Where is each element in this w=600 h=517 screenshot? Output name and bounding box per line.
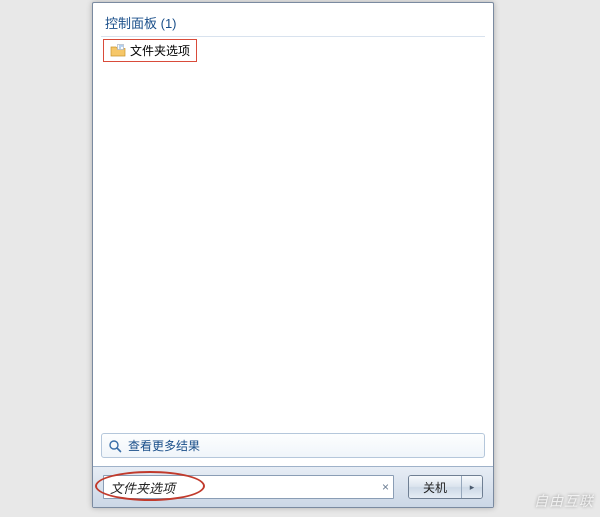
result-item-folder-options[interactable]: 文件夹选项 [103,39,197,62]
shutdown-label: 关机 [409,476,462,498]
watermark: 自由互联 [534,491,594,511]
start-menu-search-panel: 控制面板 (1) 文件夹选项 查看更多结果 [92,2,494,508]
category-header-control-panel: 控制面板 (1) [101,11,485,37]
see-more-results[interactable]: 查看更多结果 [101,433,485,458]
search-wrap: × [103,475,394,499]
search-input[interactable] [103,475,394,499]
result-item-label: 文件夹选项 [130,42,190,59]
search-icon [108,439,122,453]
shutdown-button[interactable]: 关机 ▸ [408,475,483,499]
shutdown-menu-arrow-icon[interactable]: ▸ [462,476,482,498]
folder-options-icon [110,43,126,59]
see-more-label: 查看更多结果 [128,437,200,454]
clear-search-icon[interactable]: × [382,481,389,493]
bottom-bar: × 关机 ▸ [93,466,493,507]
results-area: 控制面板 (1) 文件夹选项 [93,3,493,433]
